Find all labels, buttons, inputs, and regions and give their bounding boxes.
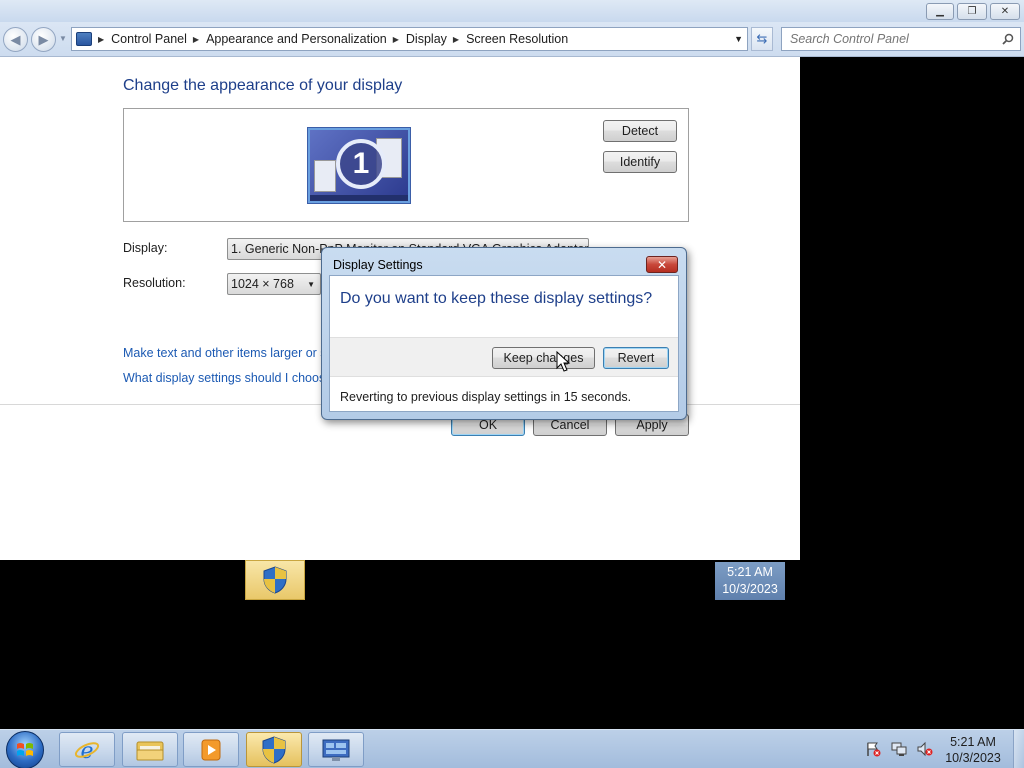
- clock-preview: 5:21 AM 10/3/2023: [715, 562, 785, 600]
- restore-icon: ❐: [967, 6, 977, 17]
- dialog-title: Display Settings: [333, 258, 423, 272]
- resolution-select-value: 1024 × 768: [231, 277, 294, 291]
- minimize-icon: ▁: [936, 6, 944, 17]
- back-arrow-icon: ◀: [10, 31, 21, 47]
- taskbar-media-player[interactable]: [183, 732, 239, 767]
- taskbar-clock[interactable]: 5:21 AM 10/3/2023: [936, 734, 1010, 766]
- refresh-button[interactable]: ⇆: [751, 27, 773, 51]
- dialog-question: Do you want to keep these display settin…: [340, 290, 653, 307]
- breadcrumb-appearance[interactable]: Appearance and Personalization: [206, 32, 387, 46]
- breadcrumb-screen-resolution[interactable]: Screen Resolution: [466, 32, 568, 46]
- internet-explorer-icon: e: [74, 739, 100, 763]
- chevron-right-icon[interactable]: ▶: [193, 35, 199, 44]
- recent-pages-icon[interactable]: ▼: [59, 34, 67, 43]
- resolution-select[interactable]: 1024 × 768 ▼: [227, 273, 321, 295]
- search-icon[interactable]: [1002, 33, 1014, 45]
- folder-icon: [136, 741, 164, 760]
- shield-thumbnail[interactable]: [245, 560, 305, 600]
- back-button[interactable]: ◀: [3, 27, 28, 52]
- breadcrumb-control-panel[interactable]: Control Panel: [111, 32, 187, 46]
- volume-muted-icon[interactable]: [916, 740, 933, 757]
- forward-arrow-icon: ▶: [38, 31, 49, 47]
- monitor-1-thumbnail[interactable]: 1: [308, 128, 410, 203]
- text-size-link[interactable]: Make text and other items larger or sm: [123, 346, 337, 360]
- chevron-right-icon[interactable]: ▶: [98, 35, 104, 44]
- display-label: Display:: [123, 241, 168, 255]
- title-bar[interactable]: ▁ ❐ ✕: [0, 0, 1024, 22]
- keep-changes-button[interactable]: Keep changes: [492, 347, 595, 369]
- restore-button[interactable]: ❐: [957, 3, 987, 20]
- chevron-down-icon: ▼: [307, 280, 315, 289]
- search-box[interactable]: [781, 27, 1021, 51]
- shield-icon: [262, 735, 286, 764]
- chevron-right-icon[interactable]: ▶: [453, 35, 459, 44]
- minimize-button[interactable]: ▁: [926, 3, 954, 20]
- media-player-icon: [201, 739, 221, 760]
- close-icon: ✕: [656, 257, 668, 272]
- monitor-taskbar-preview: [310, 195, 408, 201]
- system-tray: [864, 740, 933, 757]
- revert-countdown-text: Reverting to previous display settings i…: [340, 390, 632, 404]
- start-button[interactable]: [6, 731, 44, 768]
- refresh-icon: ⇆: [756, 31, 768, 46]
- chevron-down-icon[interactable]: ▼: [734, 34, 743, 44]
- address-bar-row: ◀ ▶ ▼ ▶ Control Panel ▶ Appearance and P…: [0, 22, 1024, 57]
- display-settings-icon: [322, 739, 350, 761]
- identify-button[interactable]: Identify: [603, 151, 677, 173]
- monitor-arrangement-area: 1 Detect Identify: [123, 108, 689, 222]
- taskbar-windows-explorer[interactable]: [122, 732, 178, 767]
- close-window-button[interactable]: ✕: [990, 3, 1020, 20]
- clock-date: 10/3/2023: [945, 751, 1001, 765]
- taskbar-security-shield[interactable]: [246, 732, 302, 767]
- chevron-right-icon[interactable]: ▶: [393, 35, 399, 44]
- mouse-cursor-icon: [556, 351, 571, 372]
- show-desktop-button[interactable]: [1013, 730, 1024, 768]
- clock-time: 5:21 AM: [950, 735, 996, 749]
- display-settings-dialog: Display Settings ✕ Do you want to keep t…: [321, 247, 687, 420]
- breadcrumb-display[interactable]: Display: [406, 32, 447, 46]
- close-icon: ✕: [1000, 6, 1010, 17]
- monitor-number: 1: [336, 139, 386, 189]
- action-center-icon[interactable]: [864, 740, 881, 757]
- breadcrumb[interactable]: ▶ Control Panel ▶ Appearance and Persona…: [71, 27, 748, 51]
- search-input[interactable]: [790, 32, 990, 46]
- taskbar-display-settings[interactable]: [308, 732, 364, 767]
- resolution-label: Resolution:: [123, 276, 186, 290]
- dialog-button-band: Keep changes Revert: [330, 337, 678, 377]
- page-title: Change the appearance of your display: [123, 77, 403, 94]
- shield-icon: [263, 566, 287, 594]
- revert-button[interactable]: Revert: [603, 347, 669, 369]
- windows-logo-icon: [17, 743, 33, 756]
- taskbar: e 5:21 AM 10/3/2023: [0, 729, 1024, 768]
- detect-button[interactable]: Detect: [603, 120, 677, 142]
- monitor-window-preview: [314, 160, 336, 192]
- clock-preview-time: 5:21 AM: [727, 565, 773, 579]
- display-settings-help-link[interactable]: What display settings should I choose: [123, 371, 332, 385]
- dialog-close-button[interactable]: ✕: [646, 256, 678, 273]
- desktop-screen: ▁ ❐ ✕ ◀ ▶ ▼ ▶ Control Panel ▶ Appearance…: [0, 0, 1024, 768]
- network-icon[interactable]: [890, 740, 907, 757]
- clock-preview-date: 10/3/2023: [722, 582, 778, 596]
- forward-button[interactable]: ▶: [31, 27, 56, 52]
- taskbar-internet-explorer[interactable]: e: [59, 732, 115, 767]
- dialog-body: Do you want to keep these display settin…: [329, 275, 679, 412]
- control-panel-icon: [76, 32, 92, 46]
